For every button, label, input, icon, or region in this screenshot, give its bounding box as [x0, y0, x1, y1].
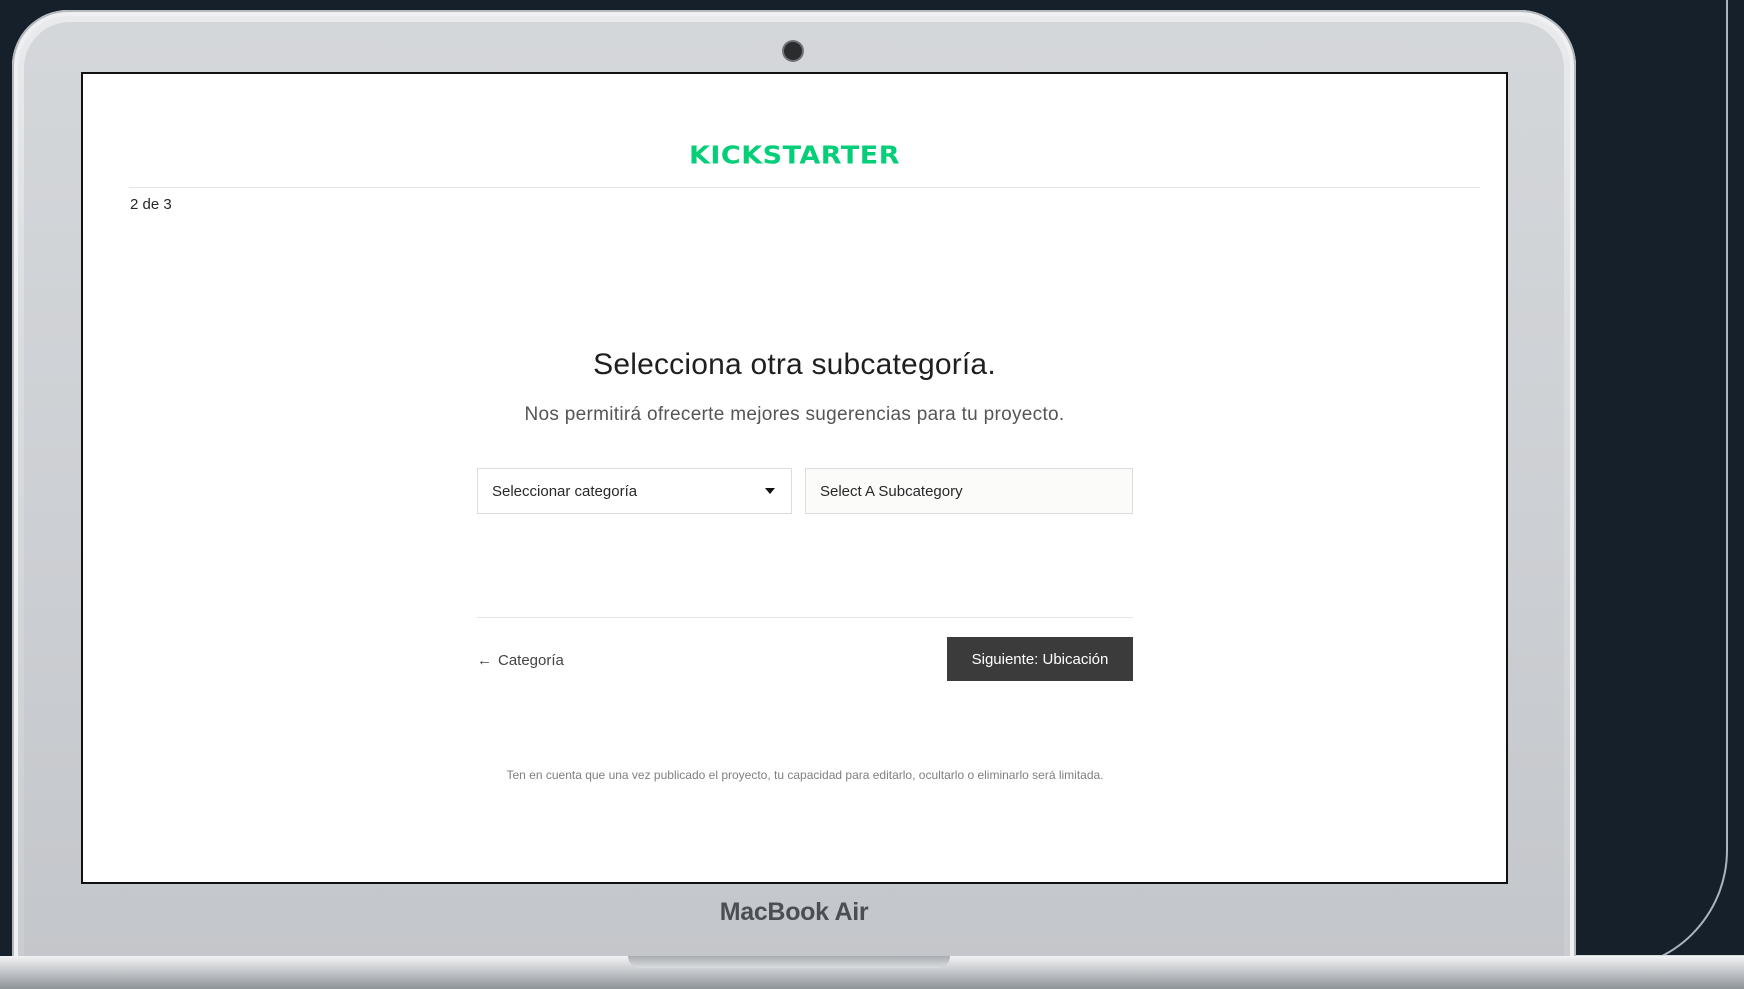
- subcategory-select-value: Select A Subcategory: [820, 482, 963, 500]
- disclaimer-text: Ten en cuenta que una vez publicado el p…: [506, 768, 1104, 782]
- page-title: Selecciona otra subcategoría.: [593, 348, 996, 381]
- page-subtitle: Nos permitirá ofrecerte mejores sugerenc…: [524, 404, 1065, 425]
- arrow-left-icon: ←: [477, 652, 492, 669]
- step-indicator: 2 de 3: [130, 196, 172, 213]
- laptop-screen: KICKSTARTER 2 de 3 Selecciona otra subca…: [81, 72, 1508, 884]
- category-select-value: Seleccionar categoría: [492, 482, 638, 500]
- subcategory-select[interactable]: Select A Subcategory: [805, 468, 1133, 514]
- laptop-base-notch: [628, 956, 950, 968]
- back-link[interactable]: ← Categoría: [477, 652, 564, 669]
- header-divider: [129, 187, 1480, 188]
- category-select[interactable]: Seleccionar categoría: [477, 468, 792, 514]
- kickstarter-logo[interactable]: KICKSTARTER: [83, 141, 1506, 170]
- caret-down-icon: [765, 488, 775, 494]
- scene: KICKSTARTER 2 de 3 Selecciona otra subca…: [0, 0, 1744, 989]
- back-link-label: Categoría: [498, 652, 564, 669]
- device-brand-label: MacBook Air: [719, 898, 869, 926]
- navigation-divider: [477, 617, 1133, 618]
- next-button[interactable]: Siguiente: Ubicación: [947, 637, 1133, 681]
- camera-icon: [784, 42, 802, 60]
